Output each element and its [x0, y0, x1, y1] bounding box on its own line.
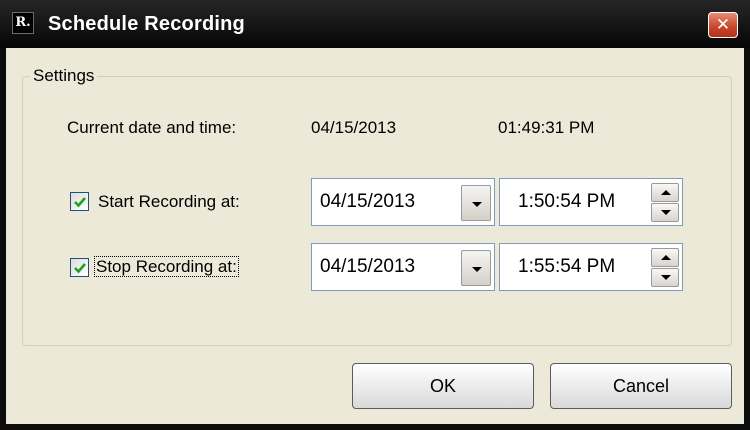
close-icon: ✕: [715, 15, 731, 34]
cancel-button[interactable]: Cancel: [550, 363, 732, 409]
start-recording-label[interactable]: Start Recording at:: [98, 192, 240, 212]
ok-button[interactable]: OK: [352, 363, 534, 409]
stop-date-value: 04/15/2013: [320, 256, 416, 277]
spin-down-icon: [661, 275, 671, 280]
current-date-value: 04/15/2013: [311, 118, 397, 137]
chevron-down-icon: [472, 202, 482, 207]
stop-time-decrement-button[interactable]: [651, 268, 679, 287]
stop-date-dropdown-button[interactable]: [461, 250, 491, 286]
start-time-decrement-button[interactable]: [651, 203, 679, 222]
start-date-picker[interactable]: 04/15/2013: [311, 178, 495, 226]
start-time-increment-button[interactable]: [651, 183, 679, 202]
start-recording-checkbox[interactable]: [70, 192, 89, 211]
start-date-dropdown-button[interactable]: [461, 185, 491, 221]
stop-time-value: 1:55:54 PM: [518, 256, 616, 277]
start-time-picker[interactable]: 1:50:54 PM: [499, 178, 683, 226]
close-button[interactable]: ✕: [708, 12, 738, 38]
spin-down-icon: [661, 210, 671, 215]
settings-group-label: Settings: [30, 66, 98, 86]
spin-up-icon: [661, 255, 671, 260]
title-bar[interactable]: R. Schedule Recording ✕: [0, 0, 750, 48]
current-datetime-label: Current date and time:: [67, 118, 237, 137]
start-date-value: 04/15/2013: [320, 191, 416, 212]
stop-recording-label[interactable]: Stop Recording at:: [94, 256, 239, 277]
window-title: Schedule Recording: [48, 13, 245, 35]
checkmark-icon: [74, 197, 86, 208]
stop-time-increment-button[interactable]: [651, 248, 679, 267]
chevron-down-icon: [472, 267, 482, 272]
stop-time-picker[interactable]: 1:55:54 PM: [499, 243, 683, 291]
app-logo-icon: R.: [12, 12, 34, 34]
checkmark-icon: [74, 263, 86, 274]
start-time-value: 1:50:54 PM: [518, 191, 616, 212]
stop-date-picker[interactable]: 04/15/2013: [311, 243, 495, 291]
stop-recording-label-wrapper: Stop Recording at:: [94, 256, 239, 277]
stop-recording-checkbox[interactable]: [70, 258, 89, 277]
current-time-value: 01:49:31 PM: [498, 118, 595, 137]
spin-up-icon: [661, 190, 671, 195]
dialog-window: R. Schedule Recording ✕ Settings Current…: [0, 0, 750, 430]
dialog-body: Settings Current date and time: 04/15/20…: [6, 48, 744, 424]
